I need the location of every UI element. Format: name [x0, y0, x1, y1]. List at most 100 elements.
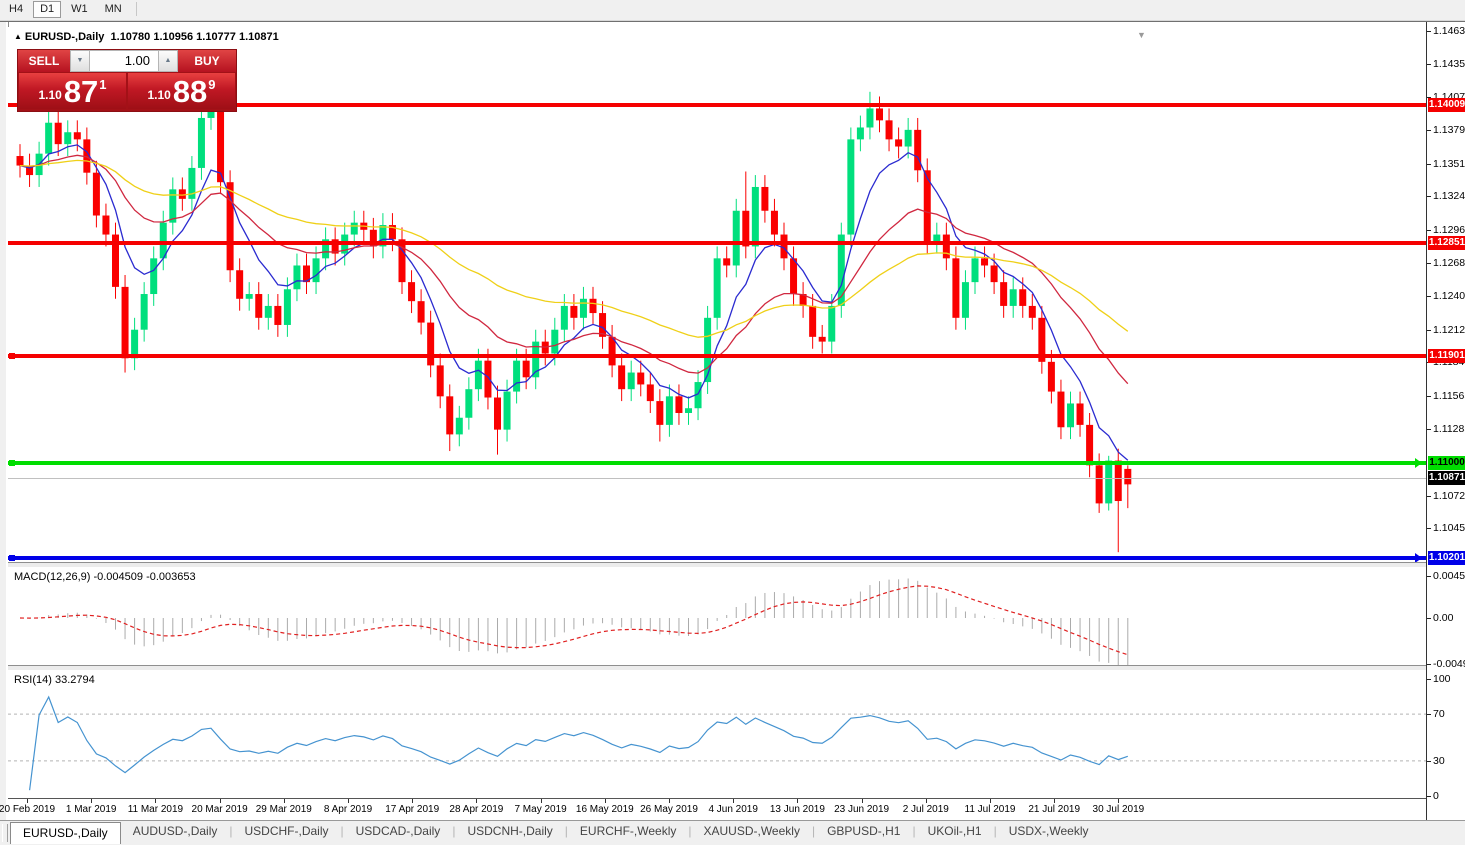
chart-tab-usdchf[interactable]: USDCHF-,Daily	[233, 821, 341, 842]
sell-button[interactable]: SELL	[18, 50, 70, 72]
date-label: 26 May 2019	[640, 804, 698, 815]
candle-body	[484, 361, 491, 398]
level-line-1.10201[interactable]	[8, 556, 1426, 560]
candle-body	[570, 306, 577, 318]
date-tick	[926, 799, 927, 803]
buy-price-display[interactable]: 1.10889	[128, 73, 235, 109]
chart-tab-usdcnh[interactable]: USDCNH-,Daily	[455, 821, 564, 842]
chart-tab-ukoil[interactable]: UKOil-,H1	[916, 821, 994, 842]
candle-body	[761, 187, 768, 211]
rsi-tick	[1427, 714, 1431, 715]
macd-tick	[1427, 618, 1431, 619]
price-tick-label: 1.13515	[1433, 158, 1465, 170]
candle-body	[962, 282, 969, 318]
candle-body	[351, 223, 358, 235]
level-line-1.11000[interactable]	[8, 461, 1426, 465]
volume-decrease-button[interactable]: ▼	[70, 50, 90, 72]
chart-tab-xauusd[interactable]: XAUUSD-,Weekly	[691, 821, 811, 842]
date-tick	[990, 799, 991, 803]
macd-header: MACD(12,26,9) -0.004509 -0.003653	[14, 571, 196, 583]
volume-increase-button[interactable]: ▲	[158, 50, 178, 72]
price-tick	[1427, 64, 1431, 65]
price-tick-label: 1.12400	[1433, 290, 1465, 302]
buy-price-handle: 1.10	[147, 88, 170, 102]
collapse-indicators-icon[interactable]: ▲	[14, 32, 22, 41]
current-price-line	[8, 478, 1426, 479]
chart-tab-audusd[interactable]: AUDUSD-,Daily	[121, 821, 230, 842]
candle-body	[437, 365, 444, 396]
price-tick-label: 1.11565	[1433, 390, 1465, 402]
chart-tab-gbpusd[interactable]: GBPUSD-,H1	[815, 821, 912, 842]
price-chart-plot-area[interactable]: ▲EURUSD-,Daily 1.10780 1.10956 1.10777 1…	[8, 27, 1426, 562]
candle-body	[771, 211, 778, 235]
chart-tab-eurusd[interactable]: EURUSD-,Daily	[10, 822, 121, 844]
candle-body	[179, 189, 186, 199]
timeframe-button-h4[interactable]: H4	[2, 1, 30, 18]
date-label: 1 Mar 2019	[66, 804, 117, 815]
price-tick	[1427, 196, 1431, 197]
buy-button[interactable]: BUY	[178, 50, 236, 72]
sell-price-display[interactable]: 1.10871	[19, 73, 126, 109]
date-label: 11 Mar 2019	[128, 804, 183, 815]
candle-body	[752, 187, 759, 246]
candle-body	[790, 258, 797, 294]
candle-body	[284, 289, 291, 325]
candle-body	[504, 392, 511, 430]
timeframe-button-mn[interactable]: MN	[98, 1, 129, 18]
candle-body	[1029, 306, 1036, 318]
level-line-1.11901[interactable]	[8, 354, 1426, 358]
rsi-tick	[1427, 796, 1431, 797]
candle-body	[886, 120, 893, 139]
date-tick	[1118, 799, 1119, 803]
price-level-badge: 1.11000	[1428, 456, 1465, 470]
timeframe-button-d1[interactable]: D1	[33, 1, 61, 18]
date-label: 21 Jul 2019	[1028, 804, 1080, 815]
level-line-right-arrow-icon	[1415, 553, 1422, 562]
candle-body	[150, 258, 157, 294]
date-tick	[541, 799, 542, 803]
candle-body	[866, 108, 873, 127]
rsi-tick	[1427, 679, 1431, 680]
price-axis: 1.140091.128511.119011.110001.102011.108…	[1426, 22, 1465, 821]
candle-body	[637, 373, 644, 385]
sell-price-handle: 1.10	[38, 88, 61, 102]
timeframe-buttons: H4D1W1MN	[0, 0, 130, 17]
chart-tab-usdcad[interactable]: USDCAD-,Daily	[344, 821, 453, 842]
date-axis: 20 Feb 20191 Mar 201911 Mar 201920 Mar 2…	[8, 798, 1426, 822]
sell-price-pip: 1	[99, 77, 106, 92]
candle-body	[647, 384, 654, 401]
price-tick	[1427, 429, 1431, 430]
candle-body	[227, 182, 234, 270]
rsi-indicator-panel[interactable]: RSI(14) 33.2794	[8, 670, 1426, 798]
candle-body	[1048, 362, 1055, 392]
level-line-1.12851[interactable]	[8, 241, 1426, 245]
price-tick-label: 1.13795	[1433, 124, 1465, 136]
chart-tab-eurchf[interactable]: EURCHF-,Weekly	[568, 821, 688, 842]
candle-body	[274, 306, 281, 325]
candle-body	[64, 132, 71, 144]
macd-tick-label: 0.00	[1433, 612, 1453, 624]
rsi-line	[30, 697, 1128, 790]
level-line-left-anchor	[9, 555, 15, 561]
candle-body	[265, 306, 272, 318]
candle-body	[236, 270, 243, 299]
candle-body	[685, 408, 692, 413]
scroll-to-end-icon[interactable]: ▼	[1137, 30, 1146, 40]
timeframe-button-w1[interactable]: W1	[64, 1, 95, 18]
chart-tab-usdx[interactable]: USDX-,Weekly	[997, 821, 1101, 842]
level-line-left-anchor	[9, 353, 15, 359]
candle-body	[246, 294, 253, 299]
macd-indicator-panel[interactable]: MACD(12,26,9) -0.004509 -0.003653	[8, 567, 1426, 665]
price-tick-label: 1.12960	[1433, 224, 1465, 236]
candle-body	[905, 130, 912, 147]
candle-body	[943, 235, 950, 259]
date-label: 8 Apr 2019	[324, 804, 372, 815]
candle-body	[675, 396, 682, 413]
candle-body	[523, 361, 530, 378]
timeframe-toolbar: H4D1W1MN	[0, 0, 1465, 21]
date-tick	[797, 799, 798, 803]
date-label: 23 Jun 2019	[834, 804, 889, 815]
date-label: 13 Jun 2019	[770, 804, 825, 815]
price-tick	[1427, 263, 1431, 264]
volume-input[interactable]: 1.00	[90, 50, 158, 72]
